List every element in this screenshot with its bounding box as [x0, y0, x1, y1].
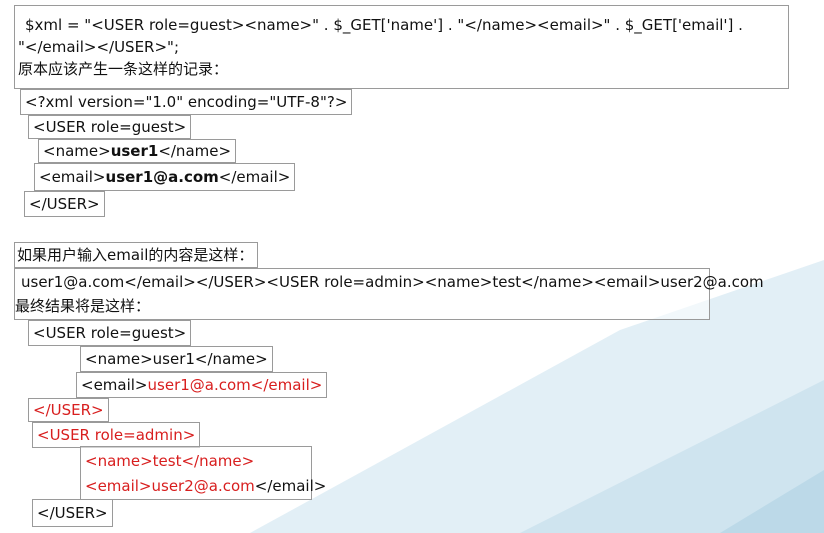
- expected-name-line: <name>user1</name>: [38, 139, 237, 163]
- result-name2-line: <name>test</name>: [85, 452, 255, 470]
- result-user1-close: </USER>: [28, 398, 109, 422]
- result-name-line: <name>user1</name>: [80, 346, 273, 372]
- result-email2-line: <email>user2@a.com</email>: [85, 473, 326, 499]
- result-user1-open: <USER role=guest>: [28, 320, 192, 346]
- code-line-2: "</email></USER>";: [18, 38, 180, 56]
- email-open-tag: <email>: [39, 168, 106, 186]
- name-open-tag: <name>: [43, 142, 111, 160]
- email-close-tag: </email>: [218, 168, 291, 186]
- php-code-box: $xml = "<USER role=guest><name>" . $_GET…: [14, 5, 789, 89]
- result-email-open: <email>: [81, 376, 148, 394]
- name-value: user1: [110, 142, 159, 160]
- result-user2-open: <USER role=admin>: [32, 422, 201, 448]
- result-email-line: <email>user1@a.com</email>: [76, 372, 328, 398]
- result-email-injected: user1@a.com</email>: [147, 376, 323, 394]
- result-email2-injected: <email>user2@a.com: [85, 477, 255, 495]
- expected-user-close: </USER>: [24, 191, 105, 217]
- result-email2-close: </email>: [254, 477, 327, 495]
- expected-email-line: <email>user1@a.com</email>: [34, 163, 296, 191]
- result-caption: 最终结果将是这样：: [15, 297, 151, 315]
- code-line-1: $xml = "<USER role=guest><name>" . $_GET…: [25, 16, 743, 34]
- input-caption: 如果用户输入email的内容是这样：: [14, 242, 259, 268]
- expected-caption: 原本应该产生一条这样的记录：: [18, 60, 229, 78]
- result-user2-body: <name>test</name> <email>user2@a.com</em…: [80, 446, 326, 500]
- xml-declaration: <?xml version="1.0" encoding="UTF-8"?>: [20, 89, 353, 115]
- name-close-tag: </name>: [158, 142, 232, 160]
- malicious-input-text: user1@a.com</email></USER><USER role=adm…: [21, 273, 764, 291]
- expected-user-open: <USER role=guest>: [28, 115, 192, 139]
- malicious-input-box: user1@a.com</email></USER><USER role=adm…: [14, 268, 764, 320]
- email-value: user1@a.com: [105, 168, 219, 186]
- result-final-close: </USER>: [32, 499, 113, 527]
